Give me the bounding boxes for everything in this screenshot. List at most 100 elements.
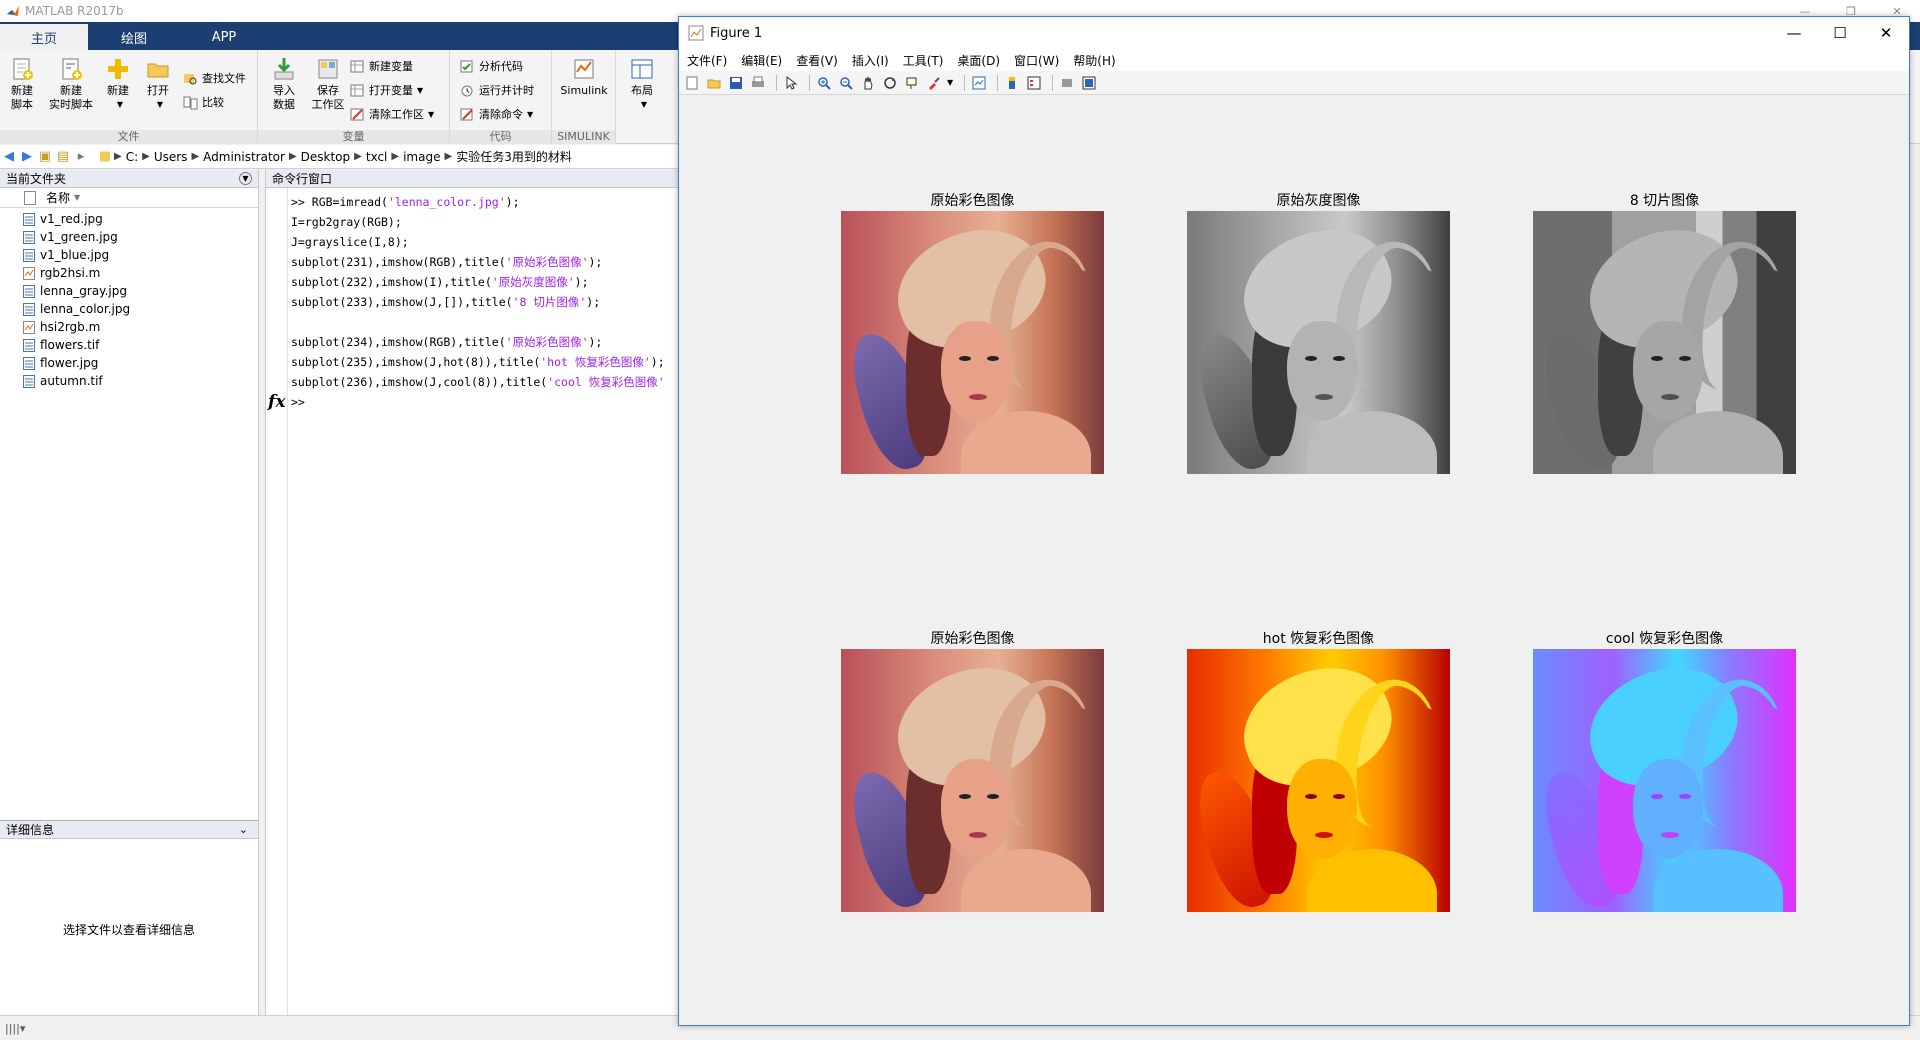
figure-minimize-button[interactable]: — bbox=[1771, 17, 1817, 49]
hide-plot-tools-icon[interactable] bbox=[1058, 74, 1076, 92]
command-line: subplot(234),imshow(RGB),title('原始彩色图像')… bbox=[291, 332, 665, 352]
subplot-1[interactable]: 原始彩色图像 bbox=[841, 191, 1104, 474]
analyze-code-icon bbox=[460, 60, 473, 72]
path-crumb[interactable]: C: bbox=[126, 150, 138, 164]
zoom-out-icon[interactable] bbox=[837, 74, 855, 92]
menu-view[interactable]: 查看(V) bbox=[796, 52, 838, 69]
file-item[interactable]: v1_red.jpg bbox=[0, 210, 258, 228]
command-line: subplot(235),imshow(J,hot(8)),title('hot… bbox=[291, 352, 665, 372]
file-item[interactable]: rgb2hsi.m bbox=[0, 264, 258, 282]
import-data-icon bbox=[274, 58, 294, 80]
print-icon[interactable] bbox=[749, 74, 767, 92]
tab-home[interactable]: 主页 bbox=[0, 24, 88, 50]
file-item[interactable]: flowers.tif bbox=[0, 336, 258, 354]
new-live-script-button[interactable]: 新建 实时脚本 bbox=[46, 56, 96, 112]
run-and-time-button[interactable]: 运行并计时 bbox=[460, 80, 534, 100]
layout-button[interactable]: 布局 ▼ bbox=[620, 56, 664, 112]
chevron-down-icon[interactable]: ⌄ bbox=[239, 821, 248, 839]
file-item[interactable]: v1_blue.jpg bbox=[0, 246, 258, 264]
chevron-down-icon: ▼ bbox=[116, 100, 124, 109]
file-item[interactable]: autumn.tif bbox=[0, 372, 258, 390]
menu-window[interactable]: 窗口(W) bbox=[1014, 52, 1059, 69]
menu-help[interactable]: 帮助(H) bbox=[1073, 52, 1115, 69]
m-file-icon bbox=[23, 320, 35, 334]
save-icon[interactable] bbox=[727, 74, 745, 92]
path-crumb[interactable]: image bbox=[403, 150, 440, 164]
compare-button[interactable]: 比较 bbox=[183, 92, 224, 112]
tab-apps[interactable]: APP bbox=[180, 24, 268, 50]
image-lenna-gray bbox=[1187, 211, 1450, 474]
new-variable-label: 新建变量 bbox=[369, 60, 413, 73]
insert-colorbar-icon[interactable] bbox=[1003, 74, 1021, 92]
path-crumb[interactable]: Users bbox=[154, 150, 188, 164]
import-data-button[interactable]: 导入 数据 bbox=[262, 56, 306, 112]
details-header[interactable]: 详细信息 ⌄ bbox=[0, 821, 258, 839]
link-plot-icon[interactable] bbox=[970, 74, 988, 92]
file-item[interactable]: v1_green.jpg bbox=[0, 228, 258, 246]
command-prompt[interactable]: >> bbox=[291, 392, 665, 412]
menu-tools[interactable]: 工具(T) bbox=[903, 52, 944, 69]
tab-plots[interactable]: 绘图 bbox=[90, 24, 178, 50]
clear-commands-button[interactable]: 清除命令 ▼ bbox=[460, 104, 533, 124]
subplot-4[interactable]: 原始彩色图像 bbox=[841, 629, 1104, 912]
function-browser-icon[interactable]: fx bbox=[268, 392, 285, 412]
browse-folder-icon[interactable]: ▤ bbox=[54, 149, 72, 164]
path-crumb[interactable]: Desktop bbox=[301, 150, 351, 164]
ribbon-group-code: 分析代码 运行并计时 清除命令 ▼ 代码 bbox=[450, 50, 552, 144]
command-string: '原始彩色图像' bbox=[505, 335, 589, 349]
panel-menu-icon[interactable]: ▼ bbox=[239, 172, 252, 185]
new-figure-icon[interactable] bbox=[683, 74, 701, 92]
file-item[interactable]: flower.jpg bbox=[0, 354, 258, 372]
subplot-6[interactable]: cool 恢复彩色图像 bbox=[1533, 629, 1796, 912]
insert-legend-icon[interactable] bbox=[1025, 74, 1043, 92]
path-crumb[interactable]: Administrator bbox=[203, 150, 285, 164]
subplot-5[interactable]: hot 恢复彩色图像 bbox=[1187, 629, 1450, 912]
menu-edit[interactable]: 编辑(E) bbox=[741, 52, 782, 69]
new-variable-button[interactable]: 新建变量 bbox=[350, 56, 413, 76]
path-crumb[interactable]: txcl bbox=[366, 150, 388, 164]
menu-insert[interactable]: 插入(I) bbox=[852, 52, 889, 69]
chevron-down-icon[interactable]: ▼ bbox=[947, 78, 953, 87]
new-script-button[interactable]: 新建 脚本 bbox=[0, 56, 44, 112]
new-menu-button[interactable]: 新建 ▼ bbox=[96, 56, 140, 112]
name-column-header[interactable]: 名称 ▼ bbox=[0, 188, 258, 208]
command-string: 'cool 恢复彩色图像' bbox=[547, 375, 665, 389]
simulink-button[interactable]: Simulink bbox=[555, 56, 613, 98]
back-arrow-icon[interactable]: ◀ bbox=[0, 149, 18, 164]
clear-workspace-button[interactable]: 清除工作区 ▼ bbox=[350, 104, 434, 124]
analyze-code-button[interactable]: 分析代码 bbox=[460, 56, 523, 76]
subplot-3[interactable]: 8 切片图像 bbox=[1533, 191, 1796, 474]
find-files-button[interactable]: 查找文件 bbox=[183, 68, 246, 88]
file-item[interactable]: lenna_gray.jpg bbox=[0, 282, 258, 300]
show-plot-tools-icon[interactable] bbox=[1080, 74, 1098, 92]
edit-plot-arrow-icon[interactable] bbox=[782, 74, 800, 92]
command-window[interactable]: 命令行窗口 fx >> RGB=imread('lenna_color.jpg'… bbox=[265, 170, 680, 1015]
open-variable-button[interactable]: 打开变量 ▼ bbox=[350, 80, 423, 100]
file-item[interactable]: lenna_color.jpg bbox=[0, 300, 258, 318]
figure-maximize-button[interactable]: ☐ bbox=[1817, 17, 1863, 49]
file-name: lenna_gray.jpg bbox=[40, 284, 127, 298]
command-code: subplot(235),imshow(J,hot(8)),title( bbox=[291, 355, 541, 369]
command-code: subplot(236),imshow(J,cool(8)),title( bbox=[291, 375, 548, 389]
path-crumb[interactable]: 实验任务3用到的材料 bbox=[456, 148, 572, 165]
command-window-header: 命令行窗口 bbox=[266, 170, 680, 188]
file-item[interactable]: hsi2rgb.m bbox=[0, 318, 258, 336]
forward-arrow-icon[interactable]: ▶ bbox=[18, 149, 36, 164]
command-line: subplot(233),imshow(J,[]),title('8 切片图像'… bbox=[291, 292, 665, 312]
rotate-3d-icon[interactable] bbox=[881, 74, 899, 92]
up-folder-icon[interactable]: ▣ bbox=[36, 149, 54, 164]
subplot-2[interactable]: 原始灰度图像 bbox=[1187, 191, 1450, 474]
figure-close-button[interactable]: ✕ bbox=[1863, 17, 1909, 49]
pan-hand-icon[interactable] bbox=[859, 74, 877, 92]
zoom-in-icon[interactable] bbox=[815, 74, 833, 92]
open-file-icon[interactable] bbox=[705, 74, 723, 92]
menu-desktop[interactable]: 桌面(D) bbox=[957, 52, 1000, 69]
chevron-down-icon: ▼ bbox=[417, 85, 424, 95]
menu-file[interactable]: 文件(F) bbox=[687, 52, 727, 69]
command-line: subplot(236),imshow(J,cool(8)),title('co… bbox=[291, 372, 665, 392]
brush-icon[interactable] bbox=[925, 74, 943, 92]
matlab-window-title: MATLAB R2017b bbox=[25, 4, 124, 18]
data-cursor-icon[interactable] bbox=[903, 74, 921, 92]
open-button[interactable]: 打开 ▼ bbox=[136, 56, 180, 112]
save-workspace-button[interactable]: 保存 工作区 bbox=[306, 56, 350, 112]
